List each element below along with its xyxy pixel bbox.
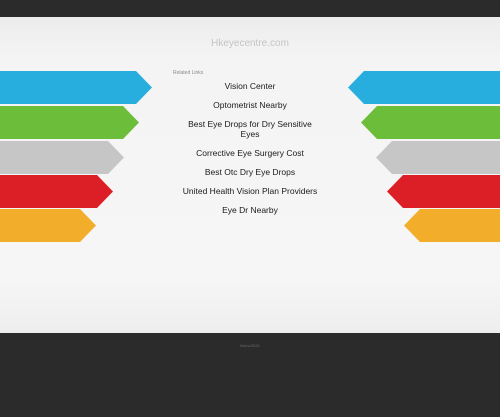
ribbon-blue-left bbox=[0, 71, 152, 104]
ribbon-orange-left bbox=[0, 209, 96, 242]
parked-domain-page: Hkeyecentre.com Related Links Vision Cen… bbox=[0, 17, 500, 333]
related-link-best-eye-drops[interactable]: Best Eye Drops for Dry Sensitive Eyes bbox=[180, 119, 320, 139]
ribbon-green-left bbox=[0, 106, 139, 139]
related-link-otc-dry-eye-drops[interactable]: Best Otc Dry Eye Drops bbox=[170, 167, 330, 177]
related-link-optometrist-nearby[interactable]: Optometrist Nearby bbox=[170, 100, 330, 110]
footer-text: Ibivnc2024 bbox=[240, 343, 260, 348]
ribbon-red-left bbox=[0, 175, 113, 208]
ribbon-green-right bbox=[361, 106, 500, 139]
ribbon-gray-left bbox=[0, 141, 124, 174]
related-link-united-health-vision[interactable]: United Health Vision Plan Providers bbox=[170, 186, 330, 196]
related-links-list: Vision Center Optometrist Nearby Best Ey… bbox=[170, 81, 330, 224]
top-bar bbox=[0, 0, 500, 17]
related-link-vision-center[interactable]: Vision Center bbox=[170, 81, 330, 91]
footer: Ibivnc2024 bbox=[0, 333, 500, 417]
site-name: Hkeyecentre.com bbox=[211, 38, 289, 49]
related-links-label: Related Links bbox=[173, 70, 204, 76]
ribbon-gray-right bbox=[376, 141, 500, 174]
ribbon-orange-right bbox=[404, 209, 500, 242]
ribbon-red-right bbox=[387, 175, 500, 208]
related-link-corrective-eye-surgery[interactable]: Corrective Eye Surgery Cost bbox=[170, 148, 330, 158]
related-link-eye-dr-nearby[interactable]: Eye Dr Nearby bbox=[170, 205, 330, 215]
ribbon-blue-right bbox=[348, 71, 500, 104]
